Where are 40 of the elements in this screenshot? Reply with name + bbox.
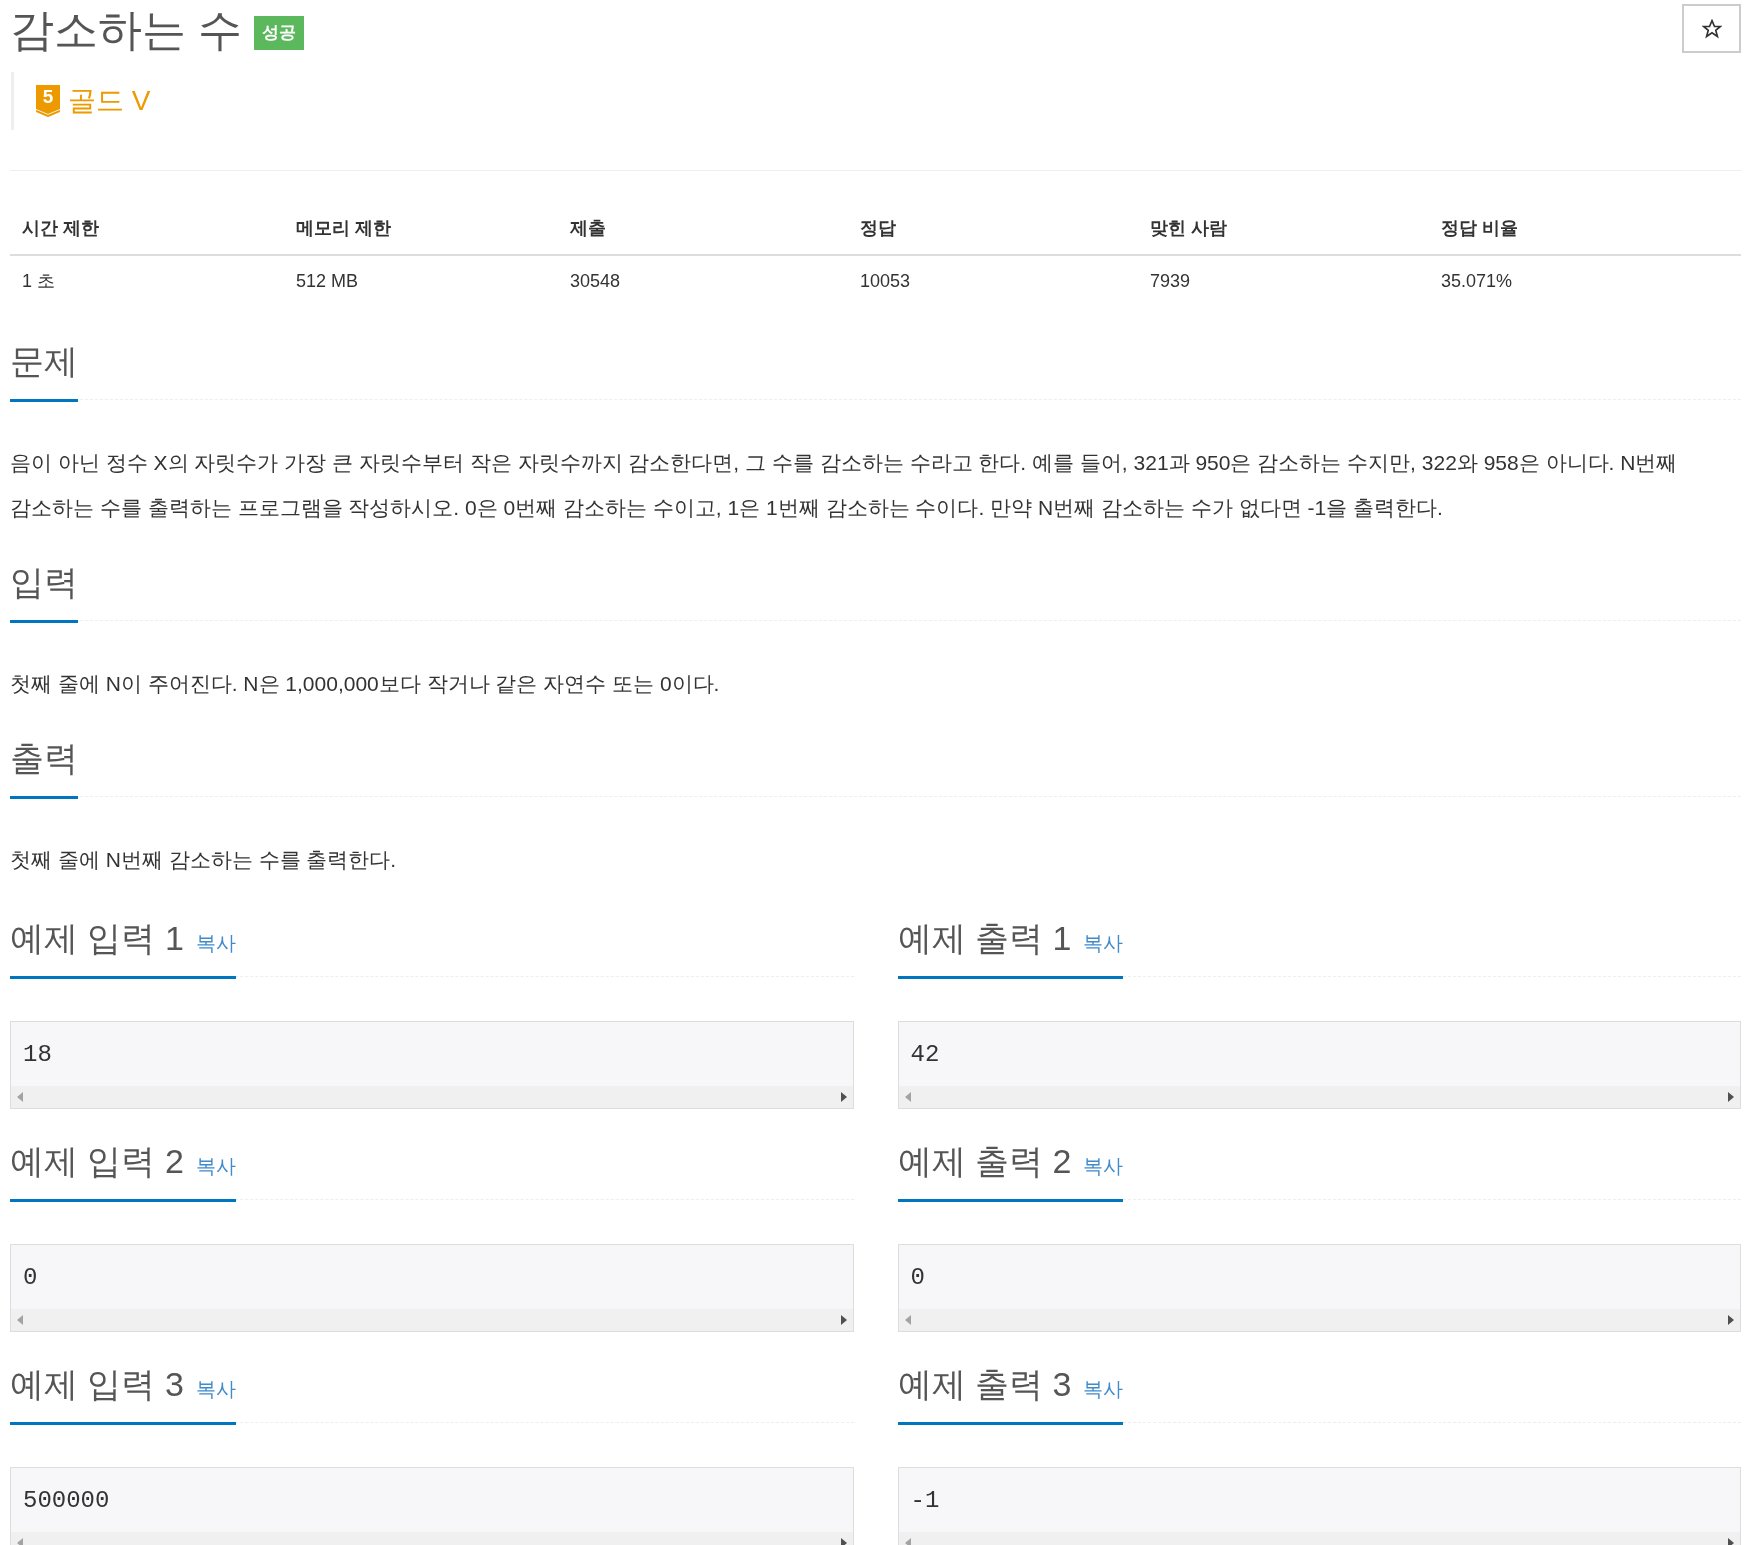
- section-heading: 예제 입력 3: [10, 1364, 184, 1405]
- paragraph: 첫째 줄에 N이 주어진다. N은 1,000,000보다 작거나 같은 자연수 또는 0이다.: [10, 671, 721, 697]
- copy-link[interactable]: 복사: [1083, 1374, 1124, 1404]
- table-cell: 7939: [1150, 271, 1191, 291]
- section-heading: 문제: [10, 341, 78, 382]
- column-header: 맞힌 사람: [1150, 218, 1227, 238]
- section-heading: 예제 입력 1: [10, 918, 184, 959]
- column-header: 시간 제한: [22, 218, 99, 238]
- copy-link[interactable]: 복사: [1083, 928, 1124, 958]
- section-heading: 예제 출력 1: [897, 918, 1072, 959]
- copy-link[interactable]: 복사: [1083, 1151, 1124, 1181]
- tier-icon: 5: [36, 85, 60, 117]
- table-cell: 1 초: [22, 271, 55, 291]
- sample-text: 0: [22, 1263, 39, 1293]
- column-header: 정답: [860, 218, 896, 238]
- copy-link[interactable]: 복사: [195, 928, 236, 958]
- column-header: 정답 비율: [1441, 218, 1518, 238]
- copy-link[interactable]: 복사: [195, 1151, 236, 1181]
- problem-title: 감소하는 수: [10, 4, 243, 56]
- sample-text: -1: [909, 1486, 941, 1516]
- sample-text: 42: [909, 1040, 941, 1070]
- copy-link[interactable]: 복사: [195, 1374, 236, 1404]
- column-header: 메모리 제한: [296, 218, 391, 238]
- table-cell: 30548: [570, 271, 621, 291]
- result-badge: 성공: [254, 16, 305, 50]
- section-heading: 예제 출력 3: [897, 1364, 1072, 1405]
- section-heading: 출력: [10, 738, 78, 779]
- paragraph: 첫째 줄에 N번째 감소하는 수를 출력한다.: [10, 847, 398, 873]
- sample-text: 500000: [22, 1486, 111, 1516]
- sample-text: 18: [22, 1040, 53, 1070]
- column-header: 제출: [570, 218, 606, 238]
- sample-text: 0: [909, 1263, 926, 1293]
- tier-label: 골드 V: [68, 85, 151, 117]
- section-heading: 예제 입력 2: [10, 1141, 184, 1182]
- table-cell: 10053: [860, 271, 911, 291]
- paragraph: 음이 아닌 정수 X의 자릿수가 가장 큰 자릿수부터 작은 자릿수까지 감소한다면, 그 수를 감소하는 수라고 한다. 예를 들어, 321과 950은 감소하는 수지만, 322와 958은 아니다. N번째 감소하는 수를 출력하는 프로그램을 작성하시오. 0은 0번째 감소하는 수이고, 1은 1번째 감소하는 수이다. 만약 N번째 감소하는 수가 없다면 -1을 출력한다.: [10, 450, 1679, 521]
- section-heading: 예제 출력 2: [897, 1141, 1072, 1182]
- table-cell: 35.071%: [1441, 271, 1513, 291]
- table-cell: 512 MB: [296, 271, 359, 291]
- section-heading: 입력: [10, 562, 78, 603]
